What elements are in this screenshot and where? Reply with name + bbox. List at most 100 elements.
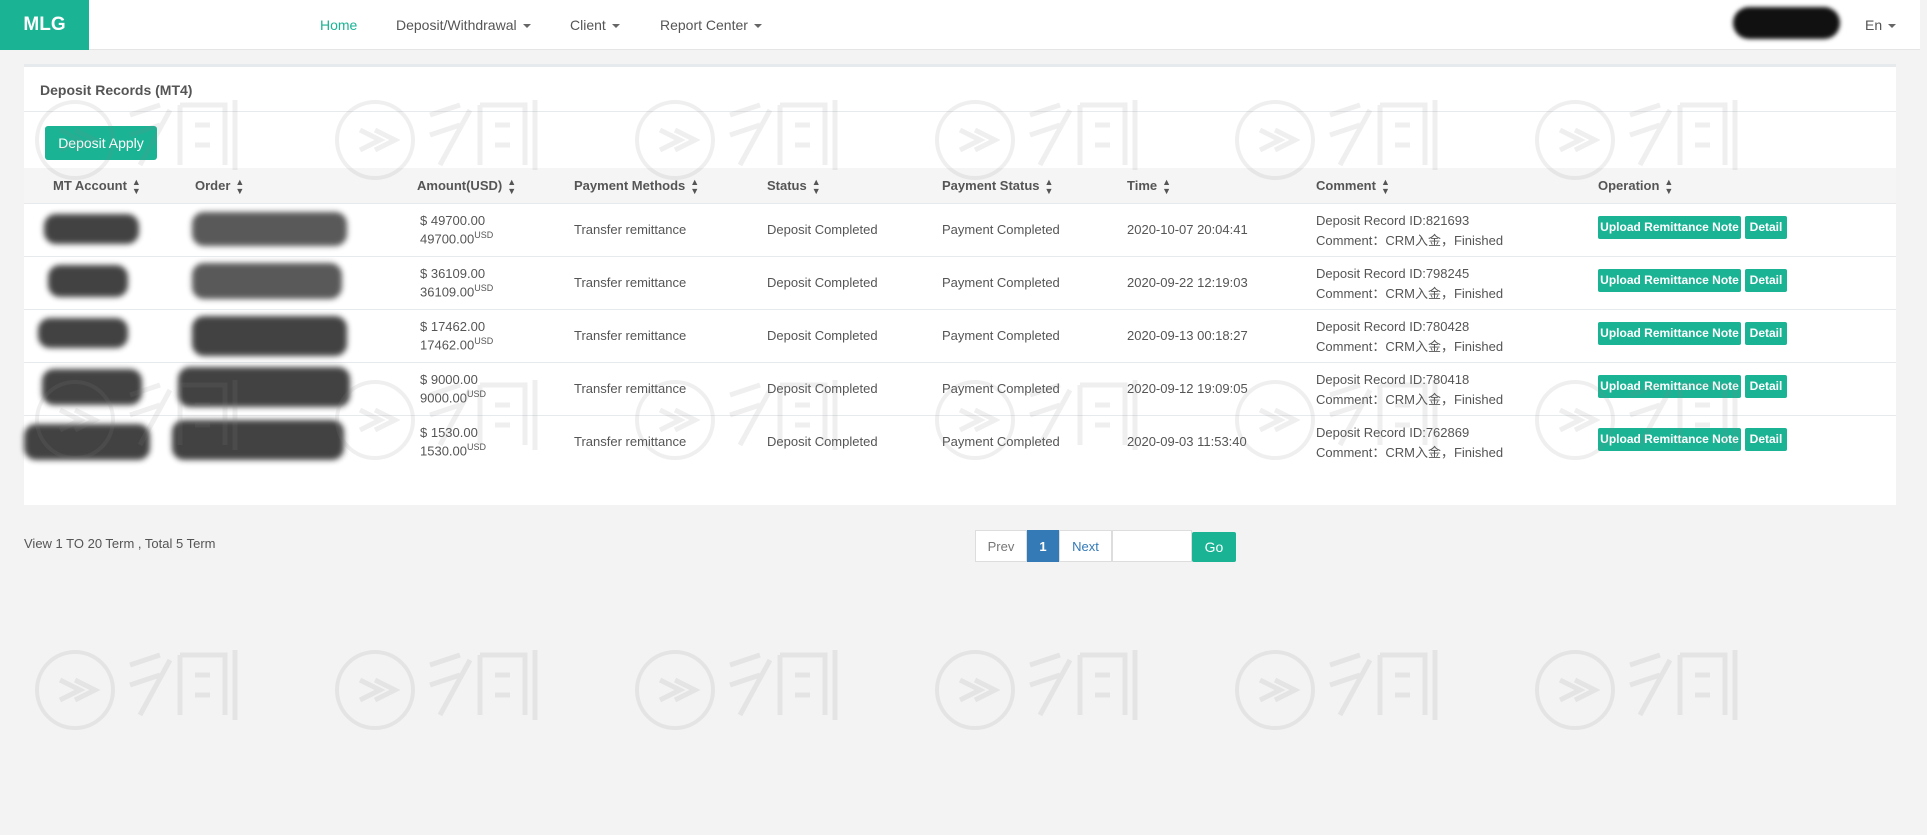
table-row: $ 36109.00 36109.00USD Transfer remittan… <box>24 257 1896 310</box>
payment-method-cell: Transfer remittance <box>574 328 687 343</box>
comment-text: Comment：CRM入金，Finished <box>1316 445 1504 460</box>
status-cell: Deposit Completed <box>767 434 878 449</box>
watermark-logo <box>1235 650 1438 730</box>
payment-status-cell: Payment Completed <box>942 328 1060 343</box>
amount-usd: 1530.00USD <box>420 442 486 458</box>
redacted-order <box>192 316 347 356</box>
divider <box>24 111 1896 112</box>
amount-usd: 9000.00USD <box>420 389 486 405</box>
table-row: $ 9000.00 9000.00USD Transfer remittance… <box>24 363 1896 416</box>
payment-status-cell: Payment Completed <box>942 381 1060 396</box>
deposit-records-panel: Deposit Records (MT4) Deposit Apply MT A… <box>24 64 1896 505</box>
status-cell: Deposit Completed <box>767 275 878 290</box>
currency-label: USD <box>467 389 487 399</box>
upload-remittance-note-button[interactable]: Upload Remittance Note <box>1598 375 1741 398</box>
status-cell: Deposit Completed <box>767 381 878 396</box>
amount-usd-value: 49700.00 <box>420 231 475 247</box>
header-comment[interactable]: Comment ▲ ▼ <box>1316 168 1390 204</box>
prev-page-button[interactable]: Prev <box>975 530 1027 562</box>
nav-deposit-withdrawal[interactable]: Deposit/Withdrawal <box>396 0 531 50</box>
currency-label: USD <box>474 336 494 346</box>
header-operation[interactable]: Operation ▲ ▼ <box>1598 168 1673 204</box>
header-status[interactable]: Status ▲ ▼ <box>767 168 821 204</box>
upload-remittance-note-button[interactable]: Upload Remittance Note <box>1598 269 1741 292</box>
status-cell: Deposit Completed <box>767 222 878 237</box>
sort-icon: ▲ ▼ <box>131 176 141 196</box>
header-label: Time <box>1127 178 1158 193</box>
deposit-record-id: Deposit Record ID:780428 <box>1316 319 1470 334</box>
watermark-logo <box>935 650 1138 730</box>
next-page-button[interactable]: Next <box>1059 530 1112 562</box>
upload-remittance-note-button[interactable]: Upload Remittance Note <box>1598 216 1741 239</box>
nav-client[interactable]: Client <box>570 0 620 50</box>
amount-usd: 17462.00USD <box>420 336 493 352</box>
redacted-mt-account <box>44 214 139 244</box>
deposit-apply-button[interactable]: Deposit Apply <box>45 126 157 160</box>
amount-usd: 49700.00USD <box>420 230 493 246</box>
payment-status-cell: Payment Completed <box>942 222 1060 237</box>
time-cell: 2020-09-03 11:53:40 <box>1127 434 1247 449</box>
comment-text: Comment：CRM入金，Finished <box>1316 339 1504 354</box>
deposit-record-id: Deposit Record ID:780418 <box>1316 372 1470 387</box>
watermark-logo <box>635 650 838 730</box>
header-label: Payment Methods <box>574 178 686 193</box>
header-order[interactable]: Order ▲ ▼ <box>195 168 244 204</box>
detail-button[interactable]: Detail <box>1745 375 1787 398</box>
go-button[interactable]: Go <box>1192 532 1236 562</box>
caret-down-icon <box>1888 24 1897 29</box>
detail-button[interactable]: Detail <box>1745 428 1787 451</box>
currency-label: USD <box>474 283 494 293</box>
language-selector[interactable]: En <box>1865 0 1897 50</box>
detail-button[interactable]: Detail <box>1745 216 1787 239</box>
time-cell: 2020-09-22 12:19:03 <box>1127 275 1248 290</box>
caret-down-icon <box>753 24 762 29</box>
amount-usd-value: 17462.00 <box>420 337 475 353</box>
header-label: Payment Status <box>942 178 1040 193</box>
sort-icon: ▲ ▼ <box>1664 176 1674 196</box>
scrollbar[interactable] <box>1920 0 1927 835</box>
upload-remittance-note-button[interactable]: Upload Remittance Note <box>1598 322 1741 345</box>
header-amount[interactable]: Amount(USD) ▲ ▼ <box>417 168 516 204</box>
page-1-button[interactable]: 1 <box>1027 530 1059 562</box>
redacted-order <box>178 367 350 407</box>
page-number-input[interactable] <box>1112 530 1192 562</box>
amount-value: $ 1530.00 <box>420 425 478 440</box>
nav-report-center[interactable]: Report Center <box>660 0 762 50</box>
detail-button[interactable]: Detail <box>1745 269 1787 292</box>
header-payment-methods[interactable]: Payment Methods ▲ ▼ <box>574 168 699 204</box>
nav-client-label: Client <box>570 17 606 33</box>
pagination-info: View 1 TO 20 Term , Total 5 Term <box>24 536 216 551</box>
comment-text: Comment：CRM入金，Finished <box>1316 233 1504 248</box>
time-cell: 2020-09-13 00:18:27 <box>1127 328 1248 343</box>
amount-value: $ 49700.00 <box>420 213 486 228</box>
header-label: Order <box>195 178 231 193</box>
table-row: $ 1530.00 1530.00USD Transfer remittance… <box>24 416 1896 469</box>
payment-status-cell: Payment Completed <box>942 434 1060 449</box>
sort-icon: ▲ ▼ <box>235 176 245 196</box>
header-payment-status[interactable]: Payment Status ▲ ▼ <box>942 168 1053 204</box>
detail-button[interactable]: Detail <box>1745 322 1787 345</box>
watermark-logo <box>35 650 238 730</box>
redacted-order <box>172 420 344 460</box>
payment-method-cell: Transfer remittance <box>574 275 687 290</box>
header-label: Amount(USD) <box>417 178 503 193</box>
redacted-mt-account <box>24 424 150 460</box>
nav-home[interactable]: Home <box>320 0 357 50</box>
header-time[interactable]: Time ▲ ▼ <box>1127 168 1171 204</box>
header-label: MT Account <box>53 178 127 193</box>
watermark-logo <box>335 650 538 730</box>
brand-logo[interactable]: MLG <box>0 0 89 50</box>
header-mt-account[interactable]: MT Account ▲ ▼ <box>53 168 141 204</box>
redacted-mt-account <box>42 369 142 405</box>
header-label: Status <box>767 178 807 193</box>
header-label: Operation <box>1598 178 1660 193</box>
amount-usd: 36109.00USD <box>420 283 493 299</box>
sort-icon: ▲ ▼ <box>690 176 700 196</box>
sort-icon: ▲ ▼ <box>1380 176 1390 196</box>
deposit-record-id: Deposit Record ID:762869 <box>1316 425 1470 440</box>
upload-remittance-note-button[interactable]: Upload Remittance Note <box>1598 428 1741 451</box>
table-row: $ 49700.00 49700.00USD Transfer remittan… <box>24 204 1896 257</box>
user-avatar[interactable] <box>1733 7 1840 39</box>
payment-status-cell: Payment Completed <box>942 275 1060 290</box>
amount-value: $ 36109.00 <box>420 266 486 281</box>
